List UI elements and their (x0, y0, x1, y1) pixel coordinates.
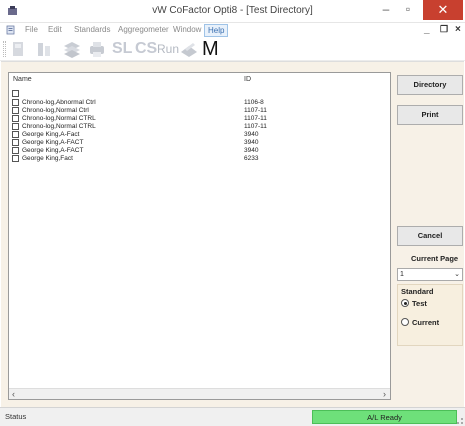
standard-list-button[interactable]: SL (112, 40, 132, 58)
title-bar: vW CoFactor Opti8 - [Test Directory] – ▫… (0, 0, 465, 23)
row-name: George King,A-FACT (22, 147, 84, 154)
standard-group-title: Standard (401, 287, 434, 296)
rack-icon[interactable] (36, 40, 52, 58)
standard-group: Standard Test Current (397, 284, 463, 346)
row-checkbox[interactable] (12, 107, 19, 114)
row-checkbox[interactable] (12, 131, 19, 138)
cancel-button[interactable]: Cancel (397, 226, 463, 246)
row-id: 3940 (244, 139, 259, 146)
row-checkbox[interactable] (12, 115, 19, 122)
status-bar: Status A/L Ready (0, 407, 465, 426)
row-id: 1106-8 (244, 99, 264, 106)
current-page-label: Current Page (411, 254, 459, 263)
row-checkbox[interactable] (12, 155, 19, 162)
menu-file[interactable]: File (22, 24, 41, 35)
menu-edit[interactable]: Edit (45, 24, 65, 35)
row-id: 3940 (244, 131, 259, 138)
current-page-select[interactable]: 1 ⌄ (397, 268, 463, 281)
sample-tray-icon[interactable] (10, 40, 26, 58)
mdi-minimize-button[interactable]: _ (424, 24, 430, 35)
chevron-down-icon[interactable]: ⌄ (454, 270, 460, 278)
column-header-id[interactable]: ID (244, 76, 251, 83)
directory-button[interactable]: Directory (397, 75, 463, 95)
document-icon[interactable] (6, 25, 16, 35)
row-id: 1107-11 (244, 123, 267, 130)
row-name: Chrono-log,Abnormal Ctrl (22, 99, 96, 106)
row-name: George King,A-FACT (22, 139, 84, 146)
row-checkbox[interactable] (12, 99, 19, 106)
row-name: Chrono-log,Normal Ctrl (22, 107, 89, 114)
radio-selected-dot (403, 301, 407, 305)
row-checkbox[interactable] (12, 139, 19, 146)
mdi-close-button[interactable]: × (455, 24, 461, 35)
maximize-button[interactable]: ▫ (397, 0, 419, 20)
resize-grip-icon[interactable] (457, 418, 463, 424)
minimize-button[interactable]: – (375, 0, 397, 20)
client-area: Name ID Chrono-log,Abnormal Ctrl 1106-8 … (1, 61, 464, 407)
row-checkbox[interactable] (12, 90, 19, 97)
test-directory-list[interactable]: Name ID Chrono-log,Abnormal Ctrl 1106-8 … (8, 72, 391, 400)
menu-bar: File Edit Standards Aggregometer Window … (0, 23, 465, 37)
menu-standards[interactable]: Standards (71, 24, 113, 35)
horizontal-scrollbar[interactable]: ‹ › (9, 388, 390, 399)
scroll-left-icon[interactable]: ‹ (12, 389, 15, 399)
row-checkbox[interactable] (12, 147, 19, 154)
row-id: 1107-11 (244, 115, 267, 122)
radio-test[interactable] (401, 299, 409, 307)
calibration-button[interactable]: CS (135, 40, 157, 58)
menu-aggregometer[interactable]: Aggregometer (115, 24, 172, 35)
row-name: Chrono-log,Normal CTRL (22, 115, 96, 122)
row-checkbox[interactable] (12, 123, 19, 130)
row-name: George King,A-Fact (22, 131, 80, 138)
row-name: Chrono-log,Normal CTRL (22, 123, 96, 130)
menu-help[interactable]: Help (204, 24, 229, 37)
printer-icon[interactable] (88, 40, 106, 58)
status-text: Status (5, 412, 27, 421)
mdi-restore-icon[interactable]: ❐ (440, 24, 448, 35)
stack-icon[interactable] (62, 40, 82, 58)
toolbar: SL CS Run M (0, 37, 465, 61)
menu-window[interactable]: Window (170, 24, 204, 35)
m-button[interactable]: M (202, 39, 219, 59)
row-id: 6233 (244, 155, 259, 162)
status-panel: A/L Ready (312, 410, 457, 424)
row-name: George King,Fact (22, 155, 73, 162)
radio-current[interactable] (401, 318, 409, 326)
close-button[interactable]: ✕ (423, 0, 463, 20)
status-ready-text: A/L Ready (367, 413, 402, 422)
scroll-right-icon[interactable]: › (383, 389, 386, 399)
report-icon[interactable] (179, 40, 199, 58)
toolbar-grip[interactable] (3, 41, 6, 57)
print-button[interactable]: Print (397, 105, 463, 125)
row-id: 1107-11 (244, 107, 267, 114)
run-button[interactable]: Run (157, 40, 179, 58)
radio-test-label[interactable]: Test (412, 299, 427, 308)
radio-current-label[interactable]: Current (412, 318, 439, 327)
column-header-name[interactable]: Name (13, 76, 32, 83)
current-page-value: 1 (400, 271, 404, 278)
row-id: 3940 (244, 147, 259, 154)
